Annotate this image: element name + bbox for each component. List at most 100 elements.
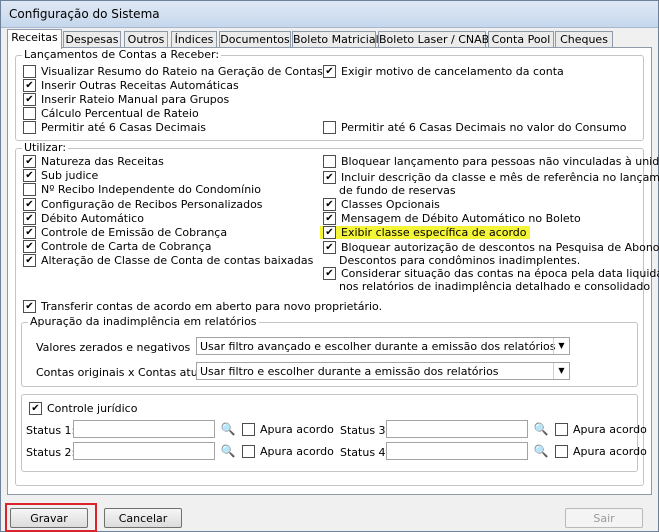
checkbox[interactable] xyxy=(323,171,336,184)
tab-despesas[interactable]: Despesas xyxy=(63,31,121,48)
chk-exigir-motivo[interactable]: Exigir motivo de cancelamento da conta xyxy=(323,65,564,79)
checkbox[interactable] xyxy=(23,254,36,267)
checkbox[interactable] xyxy=(323,121,336,134)
tab-boleto-laser-cnab[interactable]: Boleto Laser / CNAB xyxy=(378,31,489,48)
contas-originais-label: Contas originais x Contas atuais xyxy=(36,366,214,379)
title-bar: Configuração do Sistema xyxy=(1,1,658,28)
checkbox[interactable] xyxy=(242,423,255,436)
gravar-button[interactable]: Gravar xyxy=(10,508,88,528)
checkbox[interactable] xyxy=(323,198,336,211)
checkbox[interactable] xyxy=(323,212,336,225)
chk-carta-cobranca[interactable]: Controle de Carta de Cobrança xyxy=(23,240,211,254)
chk-6-casas-consumo[interactable]: Permitir até 6 Casas Decimais no valor d… xyxy=(323,121,627,135)
checkbox[interactable] xyxy=(23,79,36,92)
checkbox[interactable] xyxy=(323,65,336,78)
tab-conta-pool[interactable]: Conta Pool xyxy=(488,31,554,48)
checkbox[interactable] xyxy=(23,169,36,182)
window-title: Configuração do Sistema xyxy=(9,7,160,21)
checkbox[interactable] xyxy=(23,212,36,225)
chk-natureza-receitas[interactable]: Natureza das Receitas xyxy=(23,155,164,169)
checkbox[interactable] xyxy=(23,240,36,253)
checkbox[interactable] xyxy=(23,65,36,78)
tab-documentos[interactable]: Documentos xyxy=(219,31,291,48)
chk-bloquear-lancamento[interactable]: Bloquear lançamento para pessoas não vin… xyxy=(323,155,659,169)
tab-cheques[interactable]: Cheques xyxy=(555,31,613,48)
checkbox[interactable] xyxy=(29,402,42,415)
chk-apura-acordo-4[interactable]: Apura acordo xyxy=(555,445,647,459)
checkbox[interactable] xyxy=(23,226,36,239)
chk-transferir-contas[interactable]: Transferir contas de acordo em aberto pa… xyxy=(23,300,382,314)
chevron-down-icon[interactable]: ▼ xyxy=(553,363,569,379)
chk-alteracao-classe[interactable]: Alteração de Classe de Conta de contas b… xyxy=(23,254,313,268)
checkbox[interactable] xyxy=(23,121,36,134)
highlight-marker: Exibir classe específica de acordo xyxy=(320,226,530,239)
tab-boleto-matricial[interactable]: Boleto Matricial xyxy=(292,31,379,48)
checkbox[interactable] xyxy=(555,423,568,436)
binoculars-icon[interactable]: 🔍 xyxy=(217,442,239,460)
checkbox[interactable] xyxy=(242,445,255,458)
checkbox[interactable] xyxy=(323,267,336,280)
chk-apura-acordo-3[interactable]: Apura acordo xyxy=(555,423,647,437)
checkbox[interactable] xyxy=(23,198,36,211)
status3-input[interactable] xyxy=(386,420,528,438)
status2-label: Status 2: xyxy=(26,446,76,459)
apuracao-title: Apuração da inadimplência em relatórios xyxy=(28,315,259,328)
chk-considerar-situacao[interactable]: Considerar situação das contas na época … xyxy=(323,267,659,281)
chk-controle-juridico[interactable]: Controle jurídico xyxy=(29,402,137,416)
binoculars-icon[interactable]: 🔍 xyxy=(530,442,552,460)
chk-calculo-percentual[interactable]: Cálculo Percentual de Rateio xyxy=(23,107,199,121)
contas-originais-select[interactable]: Usar filtro e escolher durante a emissão… xyxy=(196,362,570,380)
chk-apura-acordo-2[interactable]: Apura acordo xyxy=(242,445,334,459)
binoculars-icon[interactable]: 🔍 xyxy=(217,420,239,438)
config-window: Configuração do Sistema Receitas Despesa… xyxy=(0,0,659,532)
checkbox[interactable] xyxy=(323,226,336,239)
binoculars-icon[interactable]: 🔍 xyxy=(530,420,552,438)
tab-receitas[interactable]: Receitas xyxy=(7,29,62,49)
chk-debito-automatico[interactable]: Débito Automático xyxy=(23,212,144,226)
checkbox[interactable] xyxy=(23,183,36,196)
considerar-situacao-line2: nos relatórios de inadimplência detalhad… xyxy=(339,280,651,293)
status4-label: Status 4: xyxy=(340,446,390,459)
chk-exibir-classe-acordo[interactable]: Exibir classe específica de acordo xyxy=(320,226,530,240)
tab-outros[interactable]: Outros xyxy=(124,31,168,48)
chk-incluir-descricao[interactable]: Incluir descrição da classe e mês de ref… xyxy=(323,171,659,185)
checkbox[interactable] xyxy=(323,241,336,254)
checkbox[interactable] xyxy=(555,445,568,458)
chk-recibos-personalizados[interactable]: Configuração de Recibos Personalizados xyxy=(23,198,263,212)
status3-label: Status 3: xyxy=(340,424,390,437)
checkbox[interactable] xyxy=(23,300,36,313)
lancamentos-group: Lançamentos de Contas a Receber: Visuali… xyxy=(15,48,644,141)
cancelar-button[interactable]: Cancelar xyxy=(104,508,182,528)
juridico-group: Controle jurídico Status 1: 🔍 Apura acor… xyxy=(21,394,647,472)
chk-bloquear-descontos[interactable]: Bloquear autorização de descontos na Pes… xyxy=(323,241,659,255)
chk-rateio-manual[interactable]: Inserir Rateio Manual para Grupos xyxy=(23,93,229,107)
chk-recibo-independente[interactable]: Nº Recibo Independente do Condomínio xyxy=(23,183,261,197)
checkbox[interactable] xyxy=(323,155,336,168)
sair-button[interactable]: Sair xyxy=(565,508,643,528)
utilizar-group: Utilizar: Natureza das Receitas Sub judi… xyxy=(15,141,659,486)
receitas-panel: Lançamentos de Contas a Receber: Visuali… xyxy=(7,47,659,495)
checkbox[interactable] xyxy=(23,155,36,168)
chk-outras-receitas[interactable]: Inserir Outras Receitas Automáticas xyxy=(23,79,239,93)
lancamentos-title: Lançamentos de Contas a Receber: xyxy=(22,48,222,61)
status1-label: Status 1: xyxy=(26,424,76,437)
status1-input[interactable] xyxy=(73,420,215,438)
chevron-down-icon[interactable]: ▼ xyxy=(553,338,569,354)
valores-zerados-label: Valores zerados e negativos xyxy=(36,341,191,354)
chk-emissao-cobranca[interactable]: Controle de Emissão de Cobrança xyxy=(23,226,227,240)
checkbox[interactable] xyxy=(23,107,36,120)
status2-input[interactable] xyxy=(73,442,215,460)
chk-classes-opcionais[interactable]: Classes Opcionais xyxy=(323,198,440,212)
tab-indices[interactable]: Índices xyxy=(171,31,217,48)
apuracao-group: Apuração da inadimplência em relatórios … xyxy=(21,315,638,387)
utilizar-title: Utilizar: xyxy=(22,141,69,154)
bloquear-descontos-line2: Descontos para condôminos inadimplentes. xyxy=(339,254,581,267)
chk-apura-acordo-1[interactable]: Apura acordo xyxy=(242,423,334,437)
valores-zerados-select[interactable]: Usar filtro avançado e escolher durante … xyxy=(196,337,570,355)
checkbox[interactable] xyxy=(23,93,36,106)
chk-visualizar-resumo[interactable]: Visualizar Resumo do Rateio na Geração d… xyxy=(23,65,323,79)
chk-6-casas[interactable]: Permitir até 6 Casas Decimais xyxy=(23,121,206,135)
status4-input[interactable] xyxy=(386,442,528,460)
chk-mensagem-debito[interactable]: Mensagem de Débito Automático no Boleto xyxy=(323,212,581,226)
chk-sub-judice[interactable]: Sub judice xyxy=(23,169,98,183)
